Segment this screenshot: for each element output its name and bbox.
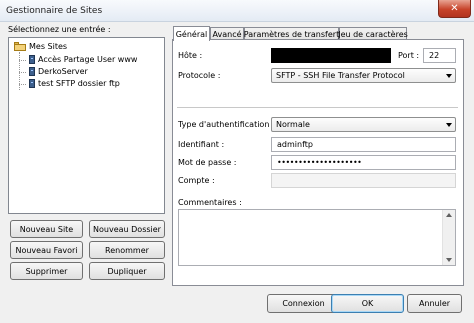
tree-connector: [19, 72, 26, 73]
tree-item-site[interactable]: Accès Partage User www: [29, 55, 137, 64]
chevron-down-icon: [446, 123, 452, 127]
tree-item-site[interactable]: DerkoServer: [29, 67, 88, 76]
comments-scrollbar[interactable]: [442, 210, 455, 265]
port-input[interactable]: 22: [423, 48, 456, 63]
select-entry-label: Sélectionnez une entrée :: [8, 25, 111, 34]
password-label: Mot de passe :: [178, 158, 237, 167]
tree-connector: [19, 84, 26, 85]
delete-button[interactable]: Supprimer: [10, 262, 83, 280]
site-tree[interactable]: Mes Sites Accès Partage User www DerkoSe…: [8, 37, 165, 214]
auth-type-select-value: Normale: [276, 120, 310, 129]
ok-button[interactable]: OK: [331, 294, 404, 313]
new-bookmark-button[interactable]: Nouveau Favori: [10, 241, 83, 259]
password-input[interactable]: ••••••••••••••••••••: [271, 155, 456, 170]
auth-type-select[interactable]: Normale: [271, 117, 456, 132]
rename-button[interactable]: Renommer: [89, 241, 165, 259]
title-bar: Gestionnaire de Sites ✕: [0, 0, 474, 22]
tree-item-label: DerkoServer: [38, 67, 88, 76]
connect-button[interactable]: Connexion: [267, 294, 340, 313]
account-label: Compte :: [178, 176, 215, 185]
tree-item-label: Mes Sites: [29, 42, 68, 51]
duplicate-button[interactable]: Dupliquer: [89, 262, 165, 280]
close-icon: ✕: [450, 3, 459, 14]
separator: [177, 107, 458, 108]
cancel-button[interactable]: Annuler: [407, 294, 462, 313]
protocol-label: Protocole :: [178, 71, 221, 80]
scroll-up-icon[interactable]: [446, 213, 452, 217]
user-input[interactable]: adminftp: [271, 137, 456, 152]
comments-label: Commentaires :: [178, 198, 242, 207]
new-site-button[interactable]: Nouveau Site: [10, 220, 83, 238]
tree-item-label: Accès Partage User www: [38, 55, 138, 64]
server-icon: [29, 67, 35, 76]
scroll-down-icon[interactable]: [446, 258, 452, 262]
server-icon: [29, 55, 35, 64]
folder-icon: [14, 42, 26, 51]
auth-type-label: Type d'authentification :: [178, 120, 275, 129]
comments-textarea[interactable]: [178, 209, 456, 266]
tree-item-site[interactable]: test SFTP dossier ftp: [29, 79, 120, 88]
user-label: Identifiant :: [178, 140, 225, 149]
host-input[interactable]: [271, 48, 391, 63]
tree-item-label: test SFTP dossier ftp: [38, 79, 120, 88]
server-icon: [29, 79, 35, 88]
port-label: Port :: [398, 51, 420, 60]
window-title: Gestionnaire de Sites: [6, 6, 103, 16]
tab-general[interactable]: Général: [173, 26, 210, 41]
tree-connector: [19, 60, 26, 61]
host-label: Hôte :: [178, 51, 203, 60]
account-input[interactable]: [271, 173, 456, 188]
protocol-select-value: SFTP - SSH File Transfer Protocol: [276, 71, 405, 80]
new-folder-button[interactable]: Nouveau Dossier: [89, 220, 165, 238]
protocol-select[interactable]: SFTP - SSH File Transfer Protocol: [271, 68, 456, 83]
tree-item-root[interactable]: Mes Sites: [14, 42, 67, 51]
chevron-down-icon: [446, 74, 452, 78]
close-button[interactable]: ✕: [438, 0, 471, 18]
